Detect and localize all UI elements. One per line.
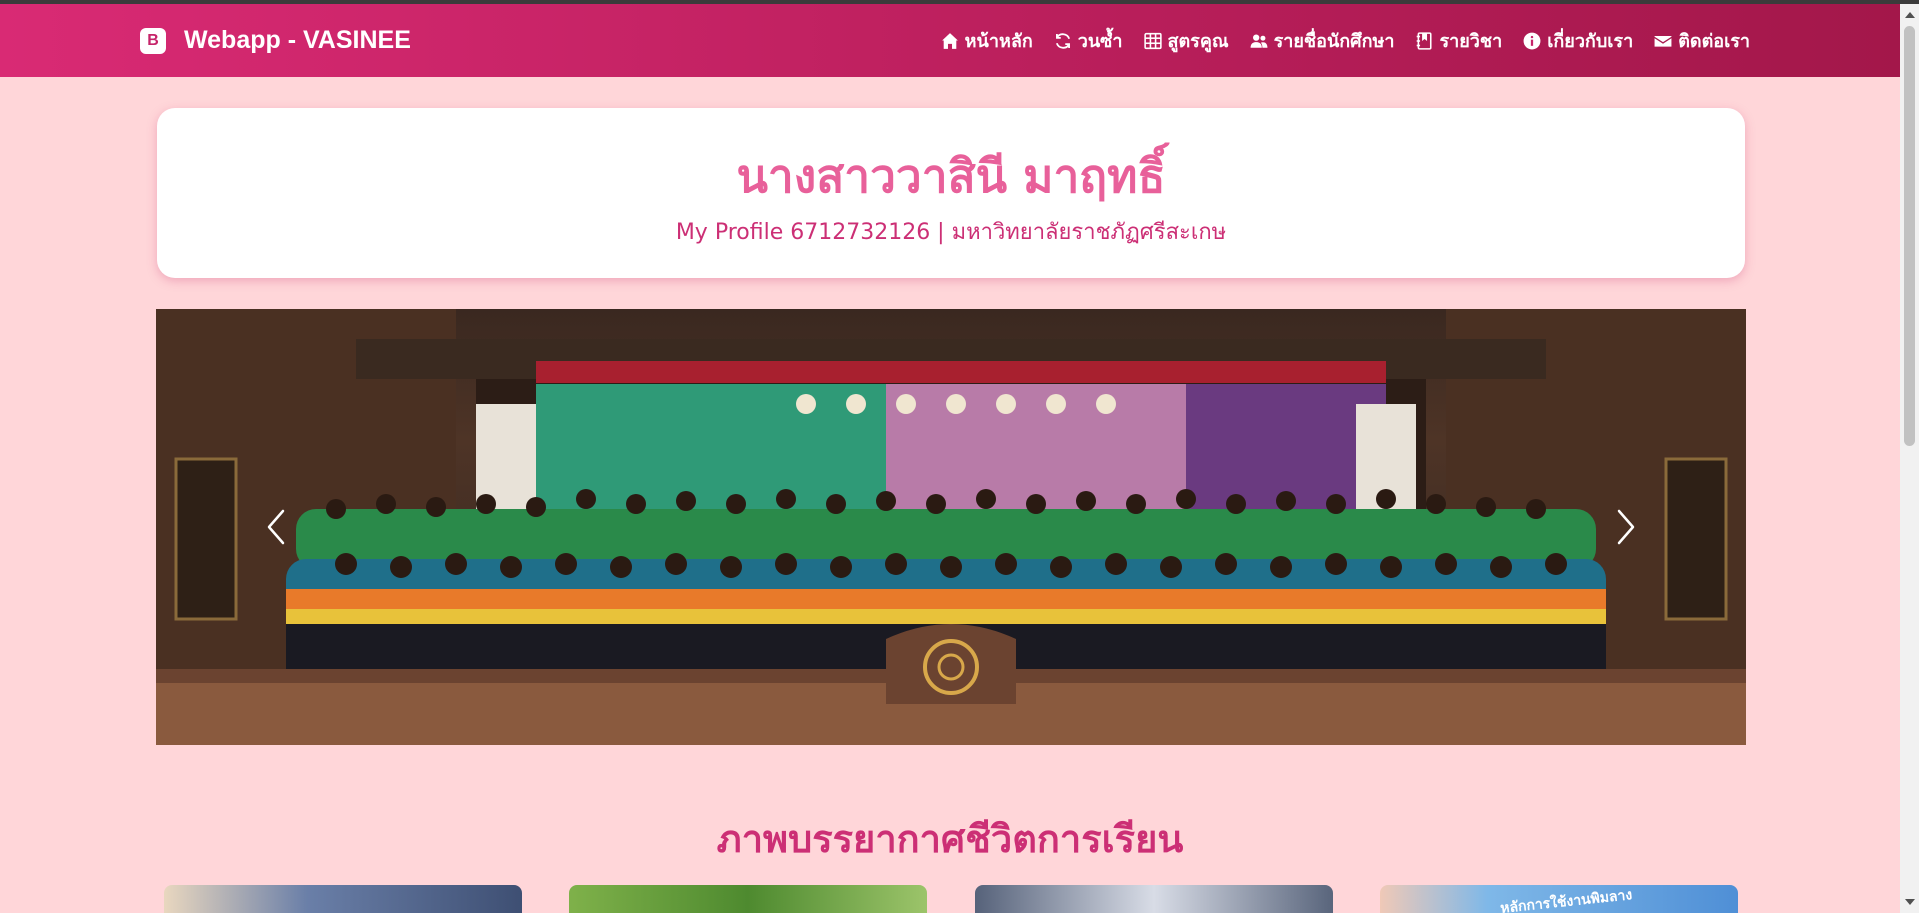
nav-links: หน้าหลัก วนซ้ำ สูตรคูณ รายชื่อนักศึกษา ร… <box>940 4 1750 77</box>
nav-item-contact[interactable]: ติดต่อเรา <box>1653 26 1750 55</box>
journal-icon <box>1414 31 1434 51</box>
page-scrollbar[interactable] <box>1900 4 1919 913</box>
carousel-prev-button[interactable] <box>246 497 306 557</box>
scrollbar-thumb[interactable] <box>1904 26 1915 446</box>
nav-item-courses[interactable]: รายวิชา <box>1414 26 1502 55</box>
nav-item-about[interactable]: เกี่ยวกับเรา <box>1522 26 1633 55</box>
nav-item-label: วนซ้ำ <box>1077 31 1123 52</box>
navbar: B Webapp - VASINEE หน้าหลัก วนซ้ำ สูตรคู… <box>0 4 1900 77</box>
envelope-icon <box>1653 31 1673 51</box>
nav-item-students[interactable]: รายชื่อนักศึกษา <box>1249 26 1395 55</box>
nav-item-loop[interactable]: วนซ้ำ <box>1053 26 1123 55</box>
table-icon <box>1143 31 1163 51</box>
image-carousel <box>156 309 1746 745</box>
nav-item-label: สูตรคูณ <box>1167 31 1229 52</box>
bootstrap-logo-icon: B <box>140 27 166 54</box>
gallery-card-3[interactable] <box>975 885 1333 913</box>
gallery-section-title: ภาพบรรยากาศชีวิตการเรียน <box>716 817 1184 861</box>
profile-subtitle: My Profile 6712732126 | มหาวิทยาลัยราชภั… <box>675 220 1227 245</box>
info-icon <box>1522 31 1542 51</box>
refresh-icon <box>1053 31 1073 51</box>
profile-name: นางสาววาสินี มาฤทธิ์ <box>736 149 1166 203</box>
profile-header-card: นางสาววาสินี มาฤทธิ์ My Profile 67127321… <box>157 108 1745 278</box>
gallery-card-4-caption: หลักการใช้งานพิมลาง <box>1499 887 1633 913</box>
nav-item-multiplication[interactable]: สูตรคูณ <box>1143 26 1229 55</box>
carousel-next-button[interactable] <box>1596 497 1656 557</box>
home-icon <box>940 31 960 51</box>
scroll-up-arrow-icon[interactable] <box>1905 12 1915 18</box>
nav-item-label: รายวิชา <box>1439 31 1503 52</box>
scroll-down-arrow-icon[interactable] <box>1905 899 1915 905</box>
gallery-card-4[interactable]: หลักการใช้งานพิมลาง <box>1380 885 1738 913</box>
brand[interactable]: B Webapp - VASINEE <box>140 4 411 77</box>
nav-item-label: หน้าหลัก <box>964 31 1033 52</box>
carousel-group-photo <box>156 309 1746 745</box>
nav-item-label: ติดต่อเรา <box>1678 31 1750 52</box>
nav-item-home[interactable]: หน้าหลัก <box>940 26 1033 55</box>
nav-item-label: รายชื่อนักศึกษา <box>1273 31 1395 52</box>
people-icon <box>1249 31 1269 51</box>
nav-item-label: เกี่ยวกับเรา <box>1547 31 1634 52</box>
gallery-card-1[interactable] <box>164 885 522 913</box>
chevron-right-icon <box>1617 509 1635 545</box>
gallery-card-2[interactable] <box>569 885 927 913</box>
chevron-left-icon <box>267 509 285 545</box>
gallery-grid: หลักการใช้งานพิมลาง <box>0 885 1900 913</box>
brand-title: Webapp - VASINEE <box>184 26 411 54</box>
